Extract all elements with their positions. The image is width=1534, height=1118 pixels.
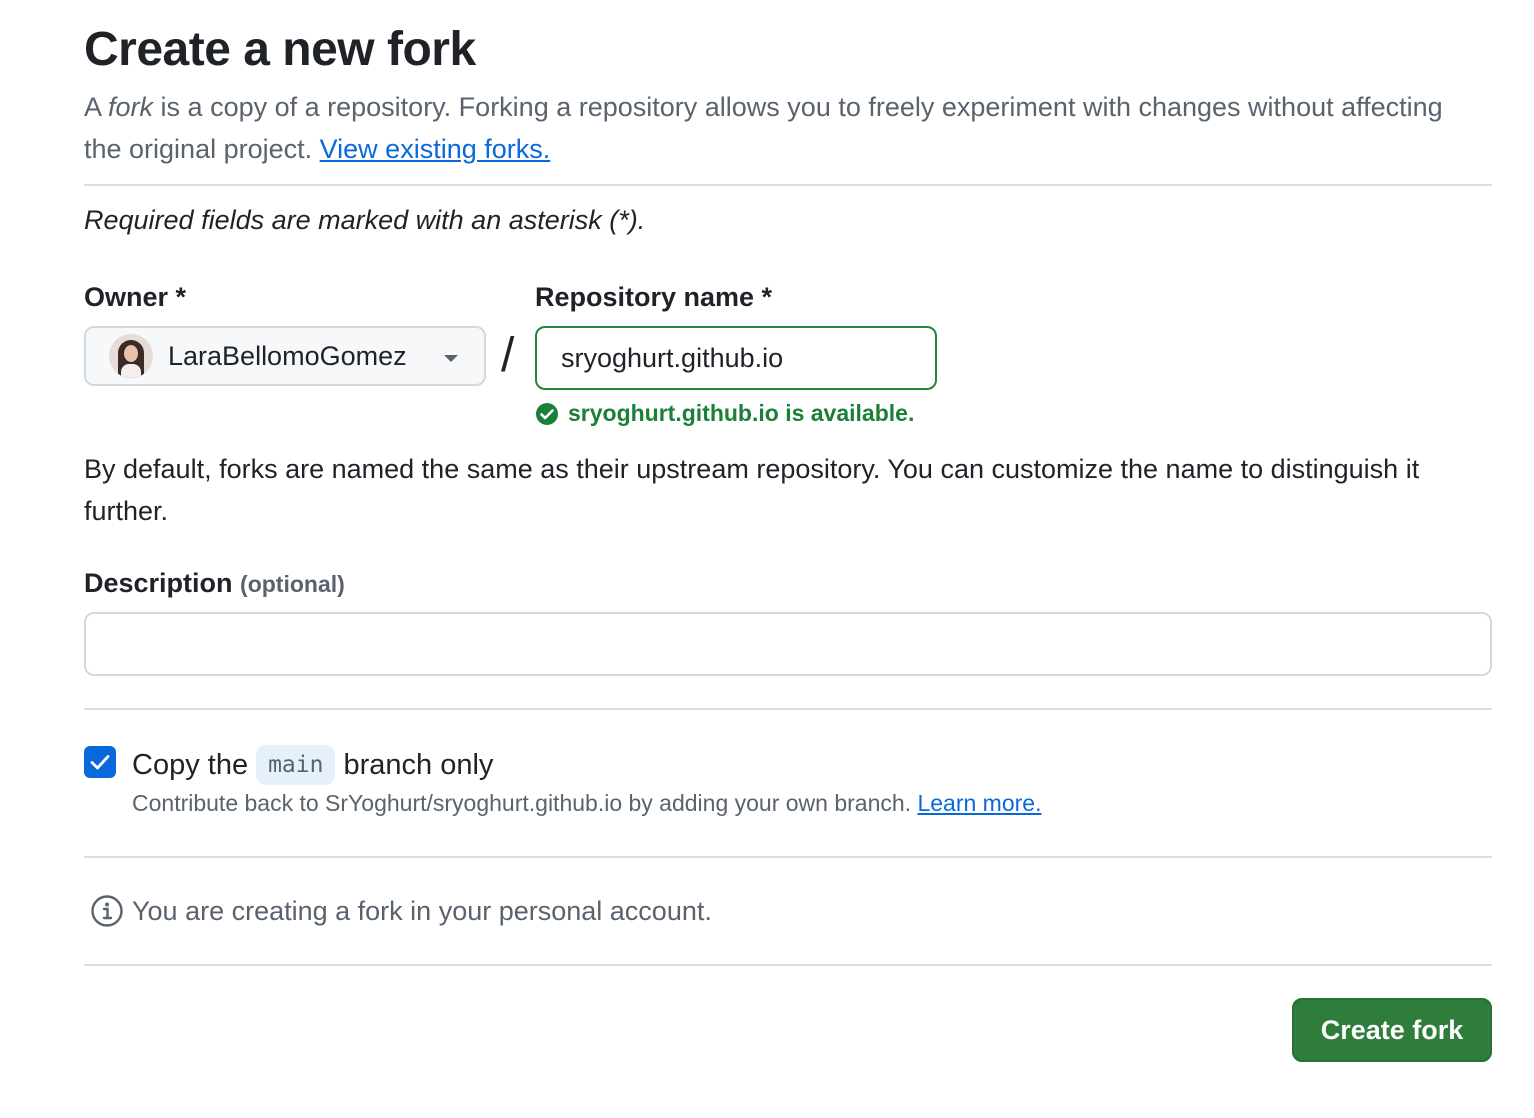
- view-existing-forks-link[interactable]: View existing forks.: [320, 134, 551, 164]
- branch-name-code: main: [256, 745, 336, 785]
- check-circle-icon: [536, 402, 558, 425]
- fork-name-help: By default, forks are named the same as …: [84, 454, 1420, 526]
- repository-name-label: Repository name *: [535, 282, 773, 312]
- personal-account-note: You are creating a fork in your personal…: [90, 894, 712, 928]
- learn-more-link[interactable]: Learn more.: [917, 790, 1041, 816]
- required-fields-note: Required fields are marked with an aster…: [84, 205, 646, 235]
- description-label-row: Description (optional): [84, 568, 345, 599]
- divider: [84, 184, 1492, 186]
- divider: [84, 856, 1492, 858]
- optional-tag: (optional): [240, 571, 345, 597]
- intro-text: A fork is a copy of a repository. Forkin…: [84, 86, 1484, 170]
- availability-message: sryoghurt.github.io is available.: [535, 400, 914, 427]
- copy-branch-help: Contribute back to SrYoghurt/sryoghurt.g…: [132, 790, 1041, 817]
- page-title: Create a new fork: [84, 23, 476, 76]
- owner-label: Owner *: [84, 282, 187, 312]
- copy-branch-label[interactable]: Copy the main branch only: [132, 742, 493, 788]
- intro-prefix: A: [84, 92, 109, 122]
- create-fork-button[interactable]: Create fork: [1292, 998, 1492, 1062]
- copy-prefix: Copy the: [132, 748, 249, 781]
- checkmark-icon: [90, 755, 110, 770]
- owner-repo-separator: /: [501, 329, 515, 382]
- copy-suffix: branch only: [343, 748, 494, 781]
- intro-fork-term: fork: [108, 92, 154, 122]
- divider: [84, 964, 1492, 966]
- personal-note-text: You are creating a fork in your personal…: [132, 895, 712, 926]
- triangle-down-icon: [444, 355, 458, 362]
- description-label: Description: [84, 568, 233, 598]
- owner-name: LaraBellomoGomez: [168, 340, 407, 371]
- description-input[interactable]: [84, 612, 1492, 676]
- copy-main-branch-checkbox[interactable]: [84, 746, 116, 778]
- copy-help-text: Contribute back to SrYoghurt/sryoghurt.g…: [132, 790, 918, 816]
- availability-text: sryoghurt.github.io is available.: [568, 400, 915, 426]
- divider: [84, 708, 1492, 710]
- avatar: [109, 334, 153, 378]
- intro-rest: is a copy of a repository. Forking a rep…: [84, 92, 1443, 164]
- repository-name-input[interactable]: [535, 326, 937, 390]
- info-icon: [91, 895, 123, 927]
- owner-select[interactable]: LaraBellomoGomez: [84, 326, 486, 386]
